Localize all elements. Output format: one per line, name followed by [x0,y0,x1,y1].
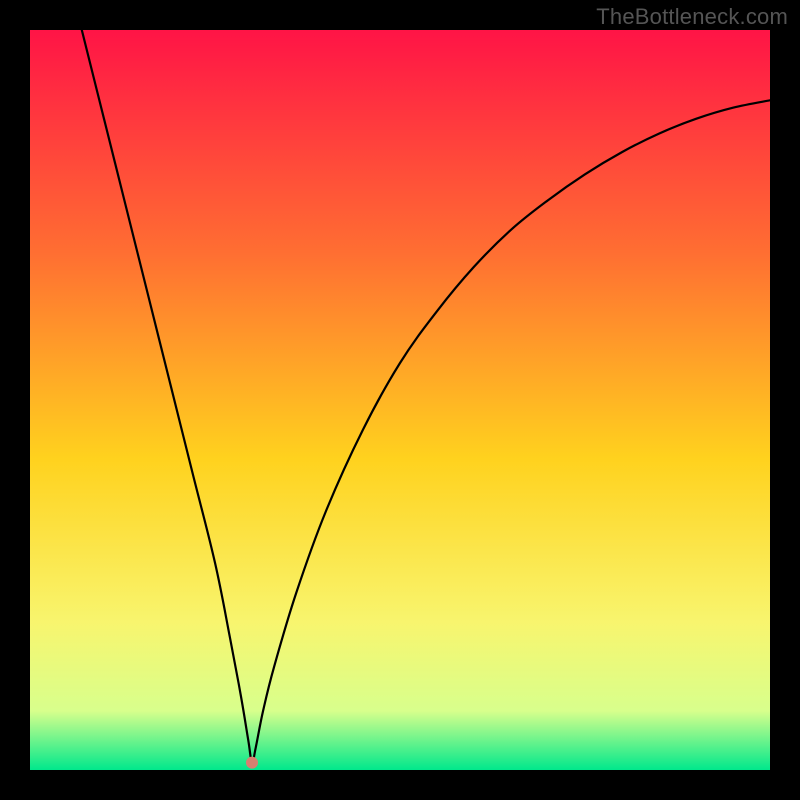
gradient-background [30,30,770,770]
plot-area [30,30,770,770]
chart-container: TheBottleneck.com [0,0,800,800]
minimum-marker [246,757,258,769]
plot-svg [30,30,770,770]
watermark-text: TheBottleneck.com [596,4,788,30]
